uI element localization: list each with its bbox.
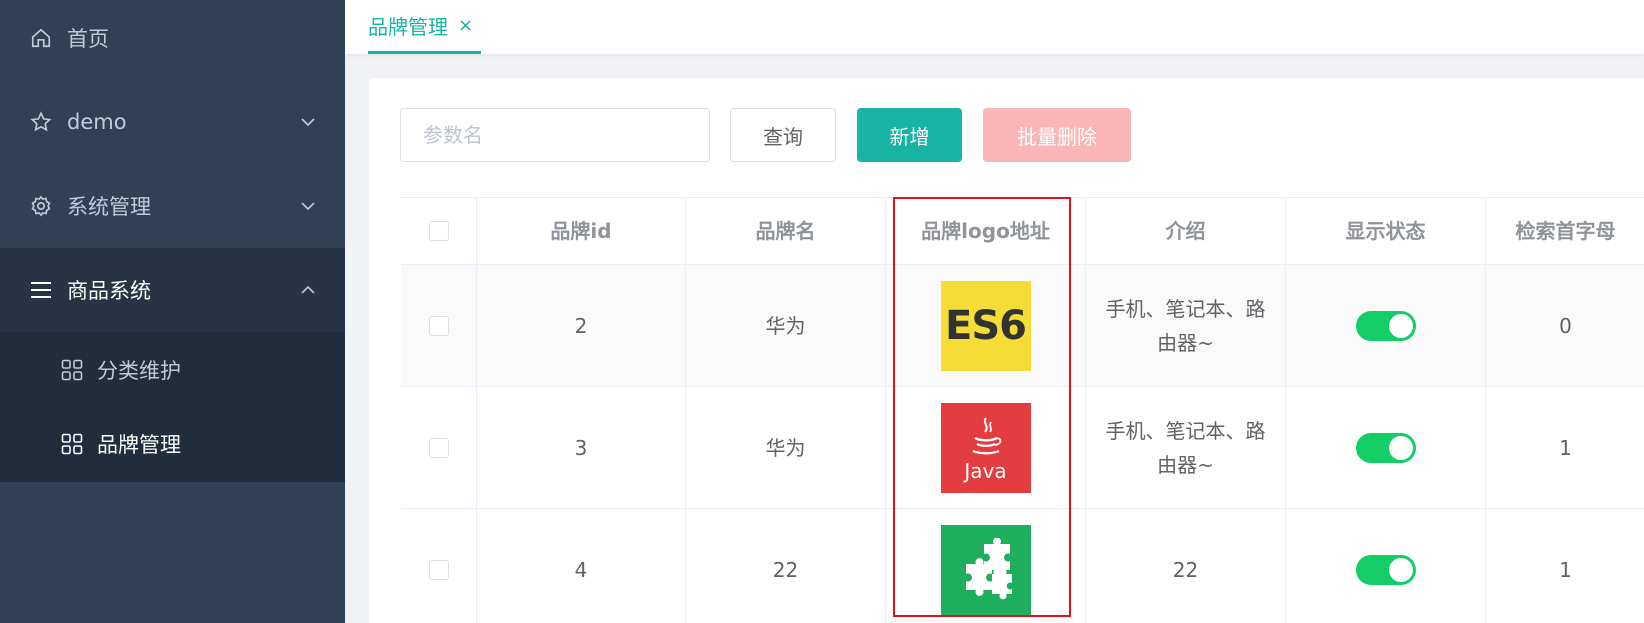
brand-intro: 22 [1086,509,1286,623]
brand-table: 品牌id 品牌名 品牌logo地址 介绍 显示状态 检索首字母 2 华为 ES6… [400,197,1644,623]
star-icon [29,110,53,134]
sidebar-item-brand[interactable]: 品牌管理 [0,406,345,482]
show-status-toggle[interactable] [1355,432,1416,463]
sidebar-item-label: 商品系统 [67,279,151,303]
grid-icon [61,359,83,381]
add-button[interactable]: 新增 [857,108,962,162]
row-checkbox[interactable] [428,315,449,336]
show-status-toggle[interactable] [1355,554,1416,585]
header-cell[interactable]: 品牌logo地址 [886,198,1086,264]
header-cell[interactable]: 检索首字母 [1486,198,1644,264]
brand-name: 华为 [686,387,886,508]
brand-name: 22 [686,509,886,623]
header-cell[interactable]: 品牌名 [686,198,886,264]
brand-name: 华为 [686,265,886,386]
sidebar: 首页 demo 系统管理 商品系统 分类维护 品牌管理 [0,0,345,623]
table-row[interactable]: 4 22 22 1 [401,509,1644,623]
tab-brand-management[interactable]: 品牌管理 × [368,0,482,54]
row-checkbox[interactable] [428,437,449,458]
tab-label: 品牌管理 [368,15,448,39]
coffee-cup-icon [972,416,1001,454]
brand-intro: 手机、笔记本、路由器~ [1086,265,1286,386]
table-row[interactable]: 3 华为 Java 手机、笔记本、路由器~ 1 [401,387,1644,509]
sidebar-item-label: 分类维护 [97,359,181,383]
first-letter: 1 [1559,557,1572,582]
row-checkbox[interactable] [428,559,449,580]
header-cell[interactable]: 介绍 [1086,198,1286,264]
grid-icon [61,433,83,455]
sidebar-item-label: 首页 [67,27,109,51]
es6-logo: ES6 [940,280,1031,371]
chevron-down-icon [301,199,315,213]
select-all-checkbox[interactable] [428,221,449,241]
first-letter: 1 [1559,435,1572,460]
menu-icon [29,278,53,302]
sidebar-item-demo[interactable]: demo [0,80,345,164]
chevron-down-icon [301,115,315,129]
puzzle-icon [965,537,1012,599]
query-button[interactable]: 查询 [730,108,836,162]
table-row[interactable]: 2 华为 ES6 手机、笔记本、路由器~ 0 [401,265,1644,387]
brand-id: 4 [477,509,686,623]
logo-text: Java [964,458,1007,483]
brand-intro: 手机、笔记本、路由器~ [1086,387,1286,508]
chevron-up-icon [301,283,315,297]
sidebar-item-label: 系统管理 [67,195,151,219]
gear-icon [29,194,53,218]
java-logo: Java [940,402,1031,493]
table-header: 品牌id 品牌名 品牌logo地址 介绍 显示状态 检索首字母 [401,198,1644,265]
home-icon [29,26,53,50]
header-cell[interactable]: 显示状态 [1286,198,1486,264]
sidebar-item-label: 品牌管理 [97,433,181,457]
brand-id: 3 [477,387,686,508]
puzzle-logo [940,524,1031,615]
search-input[interactable] [400,108,710,162]
logo-text: ES6 [945,302,1027,349]
show-status-toggle[interactable] [1355,310,1416,341]
sidebar-item-goods[interactable]: 商品系统 [0,248,345,332]
tab-bar: 品牌管理 × [345,0,1644,54]
sidebar-item-label: demo [67,110,127,134]
close-icon[interactable]: × [458,15,473,36]
first-letter: 0 [1559,313,1572,338]
batch-delete-button[interactable]: 批量删除 [983,108,1131,162]
header-cell[interactable]: 品牌id [477,198,686,264]
sidebar-item-category[interactable]: 分类维护 [0,332,345,408]
brand-id: 2 [477,265,686,386]
sidebar-item-system[interactable]: 系统管理 [0,164,345,248]
sidebar-item-home[interactable]: 首页 [0,0,345,80]
